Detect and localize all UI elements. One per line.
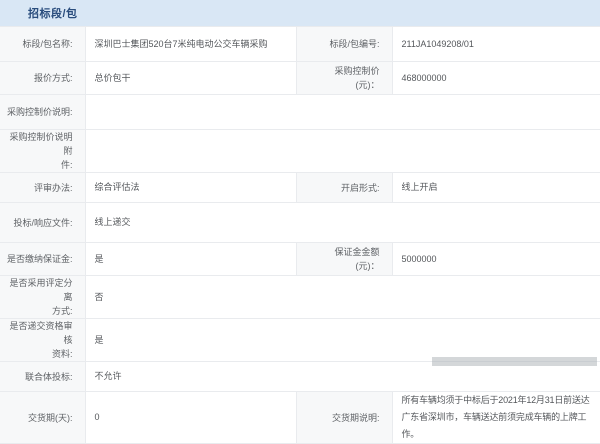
table-row: 报价方式: 总价包干 采购控制价 (元)： 468000000	[0, 62, 600, 95]
field-label: 评审办法:	[0, 173, 85, 203]
field-label: 采购控制价说明附 件:	[0, 130, 85, 173]
table-row: 是否递交资格审核 资料: 是	[0, 319, 600, 362]
table-row: 交货期(天): 0 交货期说明: 所有车辆均须于中标后于2021年12月31日前…	[0, 392, 600, 444]
field-value: 否	[85, 276, 600, 319]
field-value: 总价包干	[85, 62, 296, 95]
field-value: 是	[85, 243, 296, 276]
field-value: 线上开启	[392, 173, 600, 203]
field-label: 是否递交资格审核 资料:	[0, 319, 85, 362]
field-value	[85, 95, 600, 130]
field-label: 采购控制价 (元)：	[296, 62, 392, 95]
panel-title: 招标段/包	[28, 5, 78, 21]
field-value: 211JA1049208/01	[392, 27, 600, 62]
field-label: 保证金金额 (元)：	[296, 243, 392, 276]
field-value: 不允许	[85, 362, 600, 392]
field-value: 5000000	[392, 243, 600, 276]
field-label: 采购控制价说明:	[0, 95, 85, 130]
table-row: 标段/包名称: 深圳巴士集团520台7米纯电动公交车辆采购 标段/包编号: 21…	[0, 27, 600, 62]
table-row: 投标/响应文件: 线上递交	[0, 203, 600, 243]
field-label: 交货期(天):	[0, 392, 85, 444]
field-value: 是	[85, 319, 600, 362]
field-value	[85, 130, 600, 173]
table-row: 联合体投标: 不允许	[0, 362, 600, 392]
field-value: 0	[85, 392, 296, 444]
field-label: 报价方式:	[0, 62, 85, 95]
field-label: 交货期说明:	[296, 392, 392, 444]
bid-info-table: 标段/包名称: 深圳巴士集团520台7米纯电动公交车辆采购 标段/包编号: 21…	[0, 26, 600, 444]
field-label: 标段/包编号:	[296, 27, 392, 62]
field-label: 是否缴纳保证金:	[0, 243, 85, 276]
field-value: 深圳巴士集团520台7米纯电动公交车辆采购	[85, 27, 296, 62]
field-label: 是否采用评定分离 方式:	[0, 276, 85, 319]
field-label: 标段/包名称:	[0, 27, 85, 62]
field-value: 综合评估法	[85, 173, 296, 203]
table-row: 是否缴纳保证金: 是 保证金金额 (元)： 5000000	[0, 243, 600, 276]
field-value: 所有车辆均须于中标后于2021年12月31日前送达广东省深圳市，车辆送达前须完成…	[392, 392, 600, 444]
field-label: 联合体投标:	[0, 362, 85, 392]
bid-section-panel: 招标段/包 标段/包名称: 深圳巴士集团520台7米纯电动公交车辆采购 标段/包…	[0, 0, 600, 411]
table-row: 采购控制价说明附 件:	[0, 130, 600, 173]
table-row: 评审办法: 综合评估法 开启形式: 线上开启	[0, 173, 600, 203]
field-value: 线上递交	[85, 203, 600, 243]
panel-header: 招标段/包	[0, 0, 600, 26]
field-value: 468000000	[392, 62, 600, 95]
table-row: 是否采用评定分离 方式: 否	[0, 276, 600, 319]
field-label: 投标/响应文件:	[0, 203, 85, 243]
table-row: 采购控制价说明:	[0, 95, 600, 130]
field-label: 开启形式:	[296, 173, 392, 203]
